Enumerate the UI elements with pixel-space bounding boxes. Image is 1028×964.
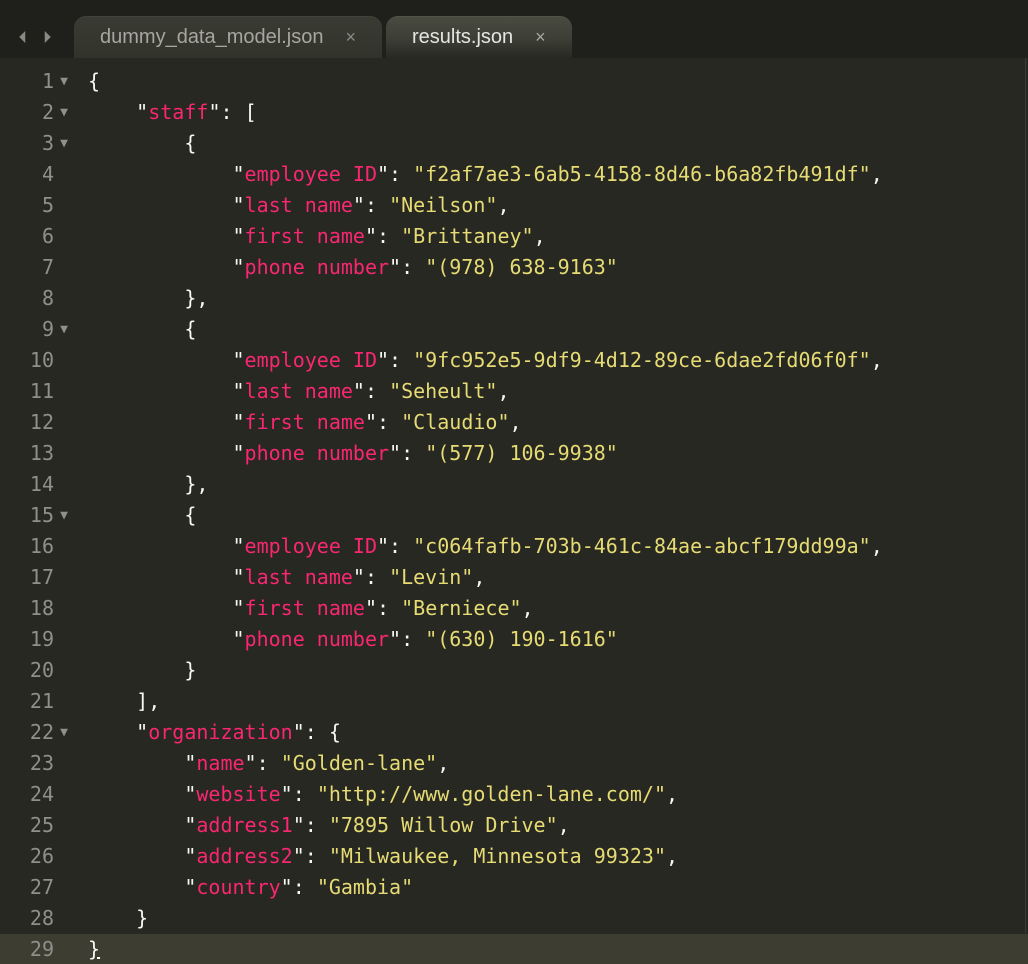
nav-forward-icon[interactable] <box>38 28 56 46</box>
code-line[interactable]: }, <box>76 469 1028 500</box>
fold-icon[interactable]: ▼ <box>58 66 70 97</box>
code-line[interactable]: "phone number": "(630) 190-1616" <box>76 624 1028 655</box>
code-line[interactable]: } <box>76 655 1028 686</box>
code-line[interactable]: ], <box>76 686 1028 717</box>
line-number[interactable]: 13 <box>0 438 76 469</box>
code-line[interactable]: "employee ID": "9fc952e5-9df9-4d12-89ce-… <box>76 345 1028 376</box>
fold-icon[interactable]: ▼ <box>58 128 70 159</box>
line-number[interactable]: 4 <box>0 159 76 190</box>
line-number[interactable]: 5 <box>0 190 76 221</box>
line-number[interactable]: 6 <box>0 221 76 252</box>
tab-label: results.json <box>412 26 513 49</box>
line-number[interactable]: 1▼ <box>0 66 76 97</box>
code-line[interactable]: "staff": [ <box>76 97 1028 128</box>
code-line[interactable]: "website": "http://www.golden-lane.com/"… <box>76 779 1028 810</box>
line-number[interactable]: 7 <box>0 252 76 283</box>
line-number[interactable]: 12 <box>0 407 76 438</box>
close-icon[interactable]: × <box>535 28 546 46</box>
line-number[interactable]: 22▼ <box>0 717 76 748</box>
code-line[interactable]: { <box>76 314 1028 345</box>
line-number[interactable]: 25 <box>0 810 76 841</box>
line-number[interactable]: 10 <box>0 345 76 376</box>
line-number[interactable]: 16 <box>0 531 76 562</box>
fold-icon[interactable]: ▼ <box>58 500 70 531</box>
line-number[interactable]: 26 <box>0 841 76 872</box>
fold-icon[interactable]: ▼ <box>58 97 70 128</box>
code-line[interactable]: "name": "Golden-lane", <box>76 748 1028 779</box>
tab-dummy-data-model[interactable]: dummy_data_model.json × <box>74 16 382 58</box>
fold-icon[interactable]: ▼ <box>58 717 70 748</box>
code-line[interactable]: "first name": "Brittaney", <box>76 221 1028 252</box>
line-number[interactable]: 21 <box>0 686 76 717</box>
code-line[interactable]: "last name": "Levin", <box>76 562 1028 593</box>
line-number[interactable]: 24 <box>0 779 76 810</box>
code-line[interactable]: "address1": "7895 Willow Drive", <box>76 810 1028 841</box>
code-line[interactable]: "phone number": "(577) 106-9938" <box>76 438 1028 469</box>
code-line[interactable]: } <box>76 934 1028 964</box>
code-line[interactable]: "last name": "Seheult", <box>76 376 1028 407</box>
line-number[interactable]: 19 <box>0 624 76 655</box>
line-number[interactable]: 2▼ <box>0 97 76 128</box>
code-line[interactable]: "last name": "Neilson", <box>76 190 1028 221</box>
line-number[interactable]: 29 <box>0 934 76 964</box>
line-number[interactable]: 20 <box>0 655 76 686</box>
code-line[interactable]: { <box>76 128 1028 159</box>
tab-bar: dummy_data_model.json × results.json × <box>0 0 1028 58</box>
line-number[interactable]: 18 <box>0 593 76 624</box>
close-icon[interactable]: × <box>345 28 356 46</box>
line-number[interactable]: 9▼ <box>0 314 76 345</box>
code-line[interactable]: "first name": "Berniece", <box>76 593 1028 624</box>
tab-history-nav <box>8 28 74 58</box>
line-number-gutter[interactable]: 1▼2▼3▼456789▼101112131415▼16171819202122… <box>0 58 76 964</box>
line-number[interactable]: 3▼ <box>0 128 76 159</box>
code-line[interactable]: "phone number": "(978) 638-9163" <box>76 252 1028 283</box>
code-line[interactable]: { <box>76 66 1028 97</box>
line-number[interactable]: 17 <box>0 562 76 593</box>
code-line[interactable]: "country": "Gambia" <box>76 872 1028 903</box>
line-number[interactable]: 28 <box>0 903 76 934</box>
code-line[interactable]: "address2": "Milwaukee, Minnesota 99323"… <box>76 841 1028 872</box>
line-number[interactable]: 15▼ <box>0 500 76 531</box>
code-line[interactable]: }, <box>76 283 1028 314</box>
tab-results[interactable]: results.json × <box>386 16 572 58</box>
tab-label: dummy_data_model.json <box>100 26 323 49</box>
code-line[interactable]: } <box>76 903 1028 934</box>
code-line[interactable]: "organization": { <box>76 717 1028 748</box>
code-line[interactable]: "employee ID": "f2af7ae3-6ab5-4158-8d46-… <box>76 159 1028 190</box>
fold-icon[interactable]: ▼ <box>58 314 70 345</box>
code-line[interactable]: "employee ID": "c064fafb-703b-461c-84ae-… <box>76 531 1028 562</box>
code-area[interactable]: { "staff": [ { "employee ID": "f2af7ae3-… <box>76 58 1028 964</box>
line-number[interactable]: 14 <box>0 469 76 500</box>
code-line[interactable]: "first name": "Claudio", <box>76 407 1028 438</box>
line-number[interactable]: 11 <box>0 376 76 407</box>
code-line[interactable]: { <box>76 500 1028 531</box>
nav-back-icon[interactable] <box>14 28 32 46</box>
line-number[interactable]: 23 <box>0 748 76 779</box>
ruler-line <box>1025 58 1026 964</box>
code-editor[interactable]: 1▼2▼3▼456789▼101112131415▼16171819202122… <box>0 58 1028 964</box>
line-number[interactable]: 8 <box>0 283 76 314</box>
line-number[interactable]: 27 <box>0 872 76 903</box>
